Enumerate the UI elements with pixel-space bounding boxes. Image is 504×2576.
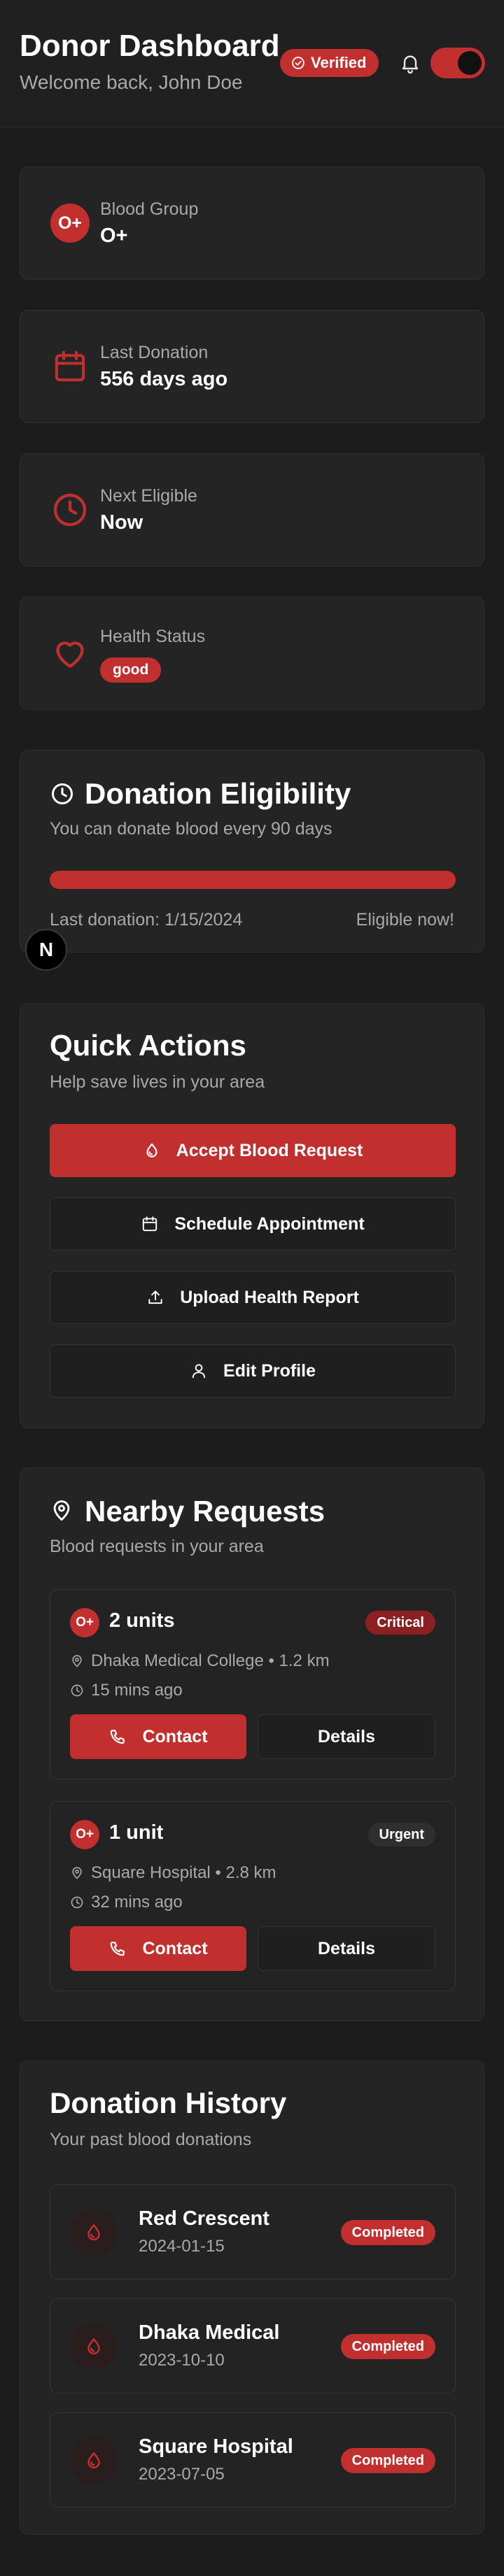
request-units: 1 unit	[109, 1821, 164, 1844]
last-donation-value: 556 days ago	[100, 368, 228, 390]
request-blood-badge: O+	[70, 1608, 99, 1637]
next-eligible-value: Now	[100, 511, 144, 534]
history-item[interactable]: Square Hospital 2023-07-05 Completed	[50, 2412, 456, 2507]
eligibility-subtitle: You can donate blood every 90 days	[50, 819, 332, 839]
health-status-badge: good	[100, 657, 162, 683]
user-icon	[192, 1364, 206, 1379]
history-hospital: Square Hospital	[139, 2435, 293, 2458]
floating-n-badge[interactable]: N	[25, 929, 67, 971]
request-units: 2 units	[109, 1609, 175, 1632]
theme-toggle[interactable]	[430, 48, 485, 78]
clock-icon	[52, 783, 73, 804]
history-status-badge: Completed	[340, 2220, 435, 2245]
clock-icon	[71, 1896, 83, 1909]
blood-group-icon: O+	[50, 203, 90, 243]
request-location-text: Dhaka Medical College • 1.2 km	[91, 1651, 330, 1670]
request-location: Square Hospital • 2.8 km	[70, 1863, 276, 1883]
schedule-appointment-label: Schedule Appointment	[174, 1214, 365, 1234]
toggle-knob	[458, 51, 482, 75]
next-eligible-label: Next Eligible	[100, 486, 197, 506]
history-date: 2024-01-15	[139, 2237, 225, 2256]
droplet-icon	[146, 1143, 158, 1158]
edit-profile-label: Edit Profile	[223, 1360, 316, 1381]
blood-group-label: Blood Group	[100, 199, 199, 219]
blood-group-card: O+ Blood Group O+	[20, 166, 484, 280]
blood-group-value: O+	[100, 225, 128, 247]
calendar-icon	[50, 346, 90, 387]
edit-profile-button[interactable]: Edit Profile	[50, 1344, 456, 1397]
app-header: Donor Dashboard Welcome back, John Doe V…	[0, 0, 504, 127]
donation-history-card: Donation History Your past blood donatio…	[20, 2061, 484, 2535]
droplet-icon	[70, 2209, 118, 2256]
progress-fill	[50, 871, 456, 889]
details-button[interactable]: Details	[258, 1926, 435, 1971]
nearby-requests-subtitle: Blood requests in your area	[50, 1537, 264, 1556]
eligibility-status: Eligible now!	[356, 910, 454, 930]
phone-icon	[111, 1942, 125, 1956]
droplet-icon	[70, 2323, 118, 2370]
request-location: Dhaka Medical College • 1.2 km	[70, 1651, 330, 1671]
last-donation-date: Last donation: 1/15/2024	[50, 910, 243, 930]
request-card: O+ 1 unit Urgent Square Hospital • 2.8 k…	[50, 1801, 456, 1991]
request-time-text: 32 mins ago	[91, 1893, 183, 1912]
history-item[interactable]: Red Crescent 2024-01-15 Completed	[50, 2184, 456, 2279]
schedule-appointment-button[interactable]: Schedule Appointment	[50, 1197, 456, 1251]
history-status-badge: Completed	[340, 2448, 435, 2473]
history-status-badge: Completed	[340, 2334, 435, 2359]
request-location-text: Square Hospital • 2.8 km	[91, 1863, 276, 1882]
upload-health-report-button[interactable]: Upload Health Report	[50, 1271, 456, 1324]
clock-icon	[71, 1684, 83, 1697]
last-donation-label: Last Donation	[100, 343, 209, 362]
contact-label: Contact	[142, 1726, 208, 1746]
request-time: 15 mins ago	[70, 1681, 183, 1700]
history-hospital: Red Crescent	[139, 2207, 270, 2230]
check-circle-icon	[292, 57, 304, 69]
request-blood-badge: O+	[70, 1820, 99, 1849]
urgency-badge: Urgent	[368, 1823, 435, 1846]
map-pin-icon	[72, 1867, 82, 1879]
blood-group-badge: O+	[50, 204, 90, 243]
donation-history-title: Donation History	[50, 2086, 287, 2119]
contact-label: Contact	[142, 1938, 208, 1958]
map-pin-icon	[72, 1655, 82, 1667]
bell-icon[interactable]	[399, 52, 421, 74]
request-time-text: 15 mins ago	[91, 1681, 183, 1700]
details-button[interactable]: Details	[258, 1714, 435, 1759]
donation-history-subtitle: Your past blood donations	[50, 2130, 252, 2149]
request-card: O+ 2 units Critical Dhaka Medical Colleg…	[50, 1589, 456, 1779]
urgency-badge: Critical	[365, 1611, 435, 1635]
eligibility-progress-bar	[50, 871, 456, 889]
history-item[interactable]: Dhaka Medical 2023-10-10 Completed	[50, 2298, 456, 2393]
accept-blood-request-button[interactable]: Accept Blood Request	[50, 1124, 456, 1177]
nearby-requests-card: Nearby Requests Blood requests in your a…	[20, 1467, 484, 2021]
calendar-icon	[143, 1216, 158, 1232]
map-pin-icon	[53, 1500, 70, 1521]
health-status-card: Health Status good	[20, 597, 484, 710]
contact-button[interactable]: Contact	[70, 1714, 246, 1759]
verified-label: Verified	[311, 54, 367, 71]
phone-icon	[111, 1730, 125, 1744]
request-time: 32 mins ago	[70, 1893, 183, 1912]
contact-button[interactable]: Contact	[70, 1926, 246, 1971]
history-date: 2023-10-10	[139, 2351, 225, 2370]
upload-icon	[148, 1290, 162, 1304]
eligibility-card: Donation Eligibility You can donate bloo…	[20, 750, 484, 953]
history-date: 2023-07-05	[139, 2465, 225, 2484]
heart-icon	[50, 633, 90, 674]
eligibility-title: Donation Eligibility	[85, 777, 351, 810]
next-eligible-card: Next Eligible Now	[20, 453, 484, 567]
accept-blood-request-label: Accept Blood Request	[176, 1140, 363, 1160]
clock-icon	[50, 490, 90, 530]
droplet-icon	[70, 2437, 118, 2484]
quick-actions-title: Quick Actions	[50, 1029, 246, 1062]
quick-actions-card: Quick Actions Help save lives in your ar…	[20, 1003, 484, 1428]
last-donation-card: Last Donation 556 days ago	[20, 310, 484, 423]
nearby-requests-title: Nearby Requests	[85, 1495, 326, 1528]
quick-actions-subtitle: Help save lives in your area	[50, 1072, 265, 1092]
welcome-message: Welcome back, John Doe	[20, 71, 243, 93]
health-status-label: Health Status	[100, 627, 206, 646]
upload-health-report-label: Upload Health Report	[180, 1287, 359, 1307]
verified-badge: Verified	[280, 49, 379, 77]
history-hospital: Dhaka Medical	[139, 2321, 280, 2344]
